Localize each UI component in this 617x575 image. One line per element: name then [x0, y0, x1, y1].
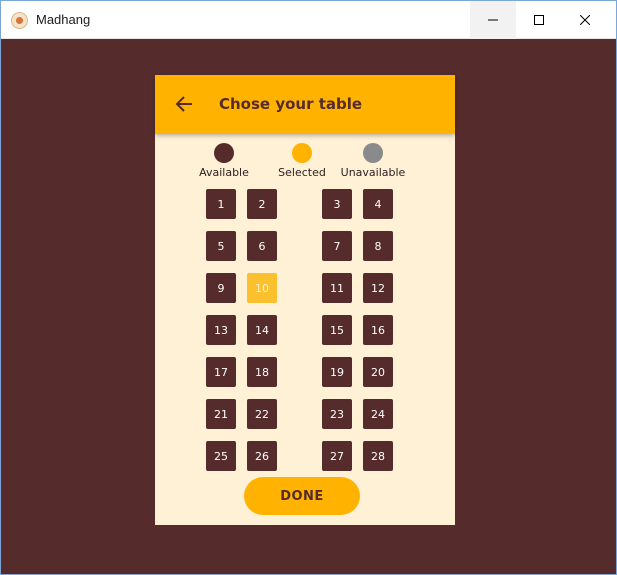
maximize-button[interactable] [516, 1, 562, 39]
unavailable-dot-icon [363, 143, 383, 163]
table-seat-23[interactable]: 23 [322, 399, 352, 429]
title-bar: Madhang [1, 1, 616, 39]
legend-label: Available [199, 166, 249, 179]
table-seat-3[interactable]: 3 [322, 189, 352, 219]
available-dot-icon [214, 143, 234, 163]
legend-label: Selected [278, 166, 326, 179]
maximize-icon [534, 15, 544, 25]
table-seat-1[interactable]: 1 [206, 189, 236, 219]
table-seat-13[interactable]: 13 [206, 315, 236, 345]
table-seat-10[interactable]: 10 [247, 273, 277, 303]
table-seat-11[interactable]: 11 [322, 273, 352, 303]
selected-dot-icon [292, 143, 312, 163]
table-seat-24[interactable]: 24 [363, 399, 393, 429]
table-seat-21[interactable]: 21 [206, 399, 236, 429]
legend-unavailable: Unavailable [333, 143, 413, 183]
table-seat-4[interactable]: 4 [363, 189, 393, 219]
table-seat-26[interactable]: 26 [247, 441, 277, 471]
table-seat-14[interactable]: 14 [247, 315, 277, 345]
app-window: Madhang Chose your table Available Selec… [0, 0, 617, 575]
minimize-button[interactable] [470, 1, 516, 39]
table-selection-card: Chose your table Available Selected Unav… [155, 75, 455, 525]
app-bar: Chose your table [155, 75, 455, 134]
table-seat-28[interactable]: 28 [363, 441, 393, 471]
page-title: Chose your table [219, 95, 363, 113]
back-button[interactable] [169, 89, 199, 119]
app-logo-icon [11, 12, 28, 29]
close-button[interactable] [562, 1, 608, 39]
table-seat-20[interactable]: 20 [363, 357, 393, 387]
table-seat-17[interactable]: 17 [206, 357, 236, 387]
table-seat-16[interactable]: 16 [363, 315, 393, 345]
table-seat-6[interactable]: 6 [247, 231, 277, 261]
table-seat-8[interactable]: 8 [363, 231, 393, 261]
close-icon [580, 15, 590, 25]
legend-available: Available [184, 143, 264, 183]
done-button[interactable]: DONE [244, 477, 360, 515]
table-seat-22[interactable]: 22 [247, 399, 277, 429]
table-seat-5[interactable]: 5 [206, 231, 236, 261]
legend-selected: Selected [262, 143, 342, 183]
app-client-area: Chose your table Available Selected Unav… [8, 40, 608, 568]
legend-label: Unavailable [340, 166, 406, 179]
table-seat-15[interactable]: 15 [322, 315, 352, 345]
table-seat-19[interactable]: 19 [322, 357, 352, 387]
table-seat-9[interactable]: 9 [206, 273, 236, 303]
table-seat-27[interactable]: 27 [322, 441, 352, 471]
table-seat-18[interactable]: 18 [247, 357, 277, 387]
table-seat-25[interactable]: 25 [206, 441, 236, 471]
minimize-icon [488, 19, 498, 21]
arrow-back-icon [175, 96, 192, 112]
table-seat-2[interactable]: 2 [247, 189, 277, 219]
window-title: Madhang [36, 12, 91, 27]
table-seat-12[interactable]: 12 [363, 273, 393, 303]
table-seat-7[interactable]: 7 [322, 231, 352, 261]
